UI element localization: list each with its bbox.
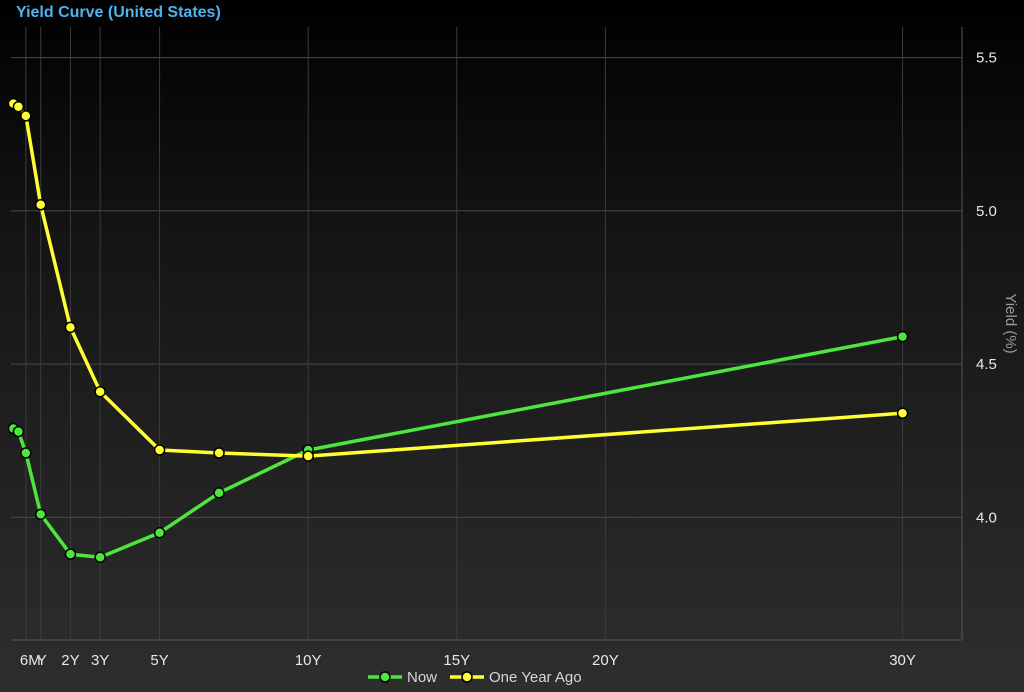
x-tick-label: 2Y — [61, 652, 79, 669]
legend: Now One Year Ago — [368, 669, 582, 686]
data-point[interactable] — [12, 100, 25, 113]
y-axis: 4.0 4.5 5.0 5.5 — [976, 50, 997, 527]
legend-label: One Year Ago — [489, 669, 582, 686]
data-point[interactable] — [94, 385, 106, 398]
data-point[interactable] — [20, 447, 32, 459]
y-tick-label: 4.0 — [976, 509, 997, 526]
data-point[interactable] — [896, 330, 909, 343]
data-point[interactable] — [153, 526, 166, 539]
yield-curve-chart: 4.04.55.05.5 6MY 2Y 3Y 5Y 10Y 15Y 20Y 30Y Yield… — [7, 27, 1019, 686]
data-point[interactable] — [213, 447, 225, 459]
x-tick-label: 10Y — [295, 652, 322, 669]
x-tick-label: 3Y — [91, 652, 109, 669]
y-tick-label: 4.5 — [976, 356, 997, 373]
legend-item-now[interactable]: Now — [368, 669, 437, 686]
x-tick-label: 15Y — [443, 652, 470, 669]
x-tick-label: 30Y — [889, 652, 916, 669]
x-tick-label: Y — [37, 652, 47, 669]
data-point[interactable] — [34, 199, 47, 211]
data-point[interactable] — [34, 508, 47, 521]
data-point[interactable] — [20, 110, 32, 122]
data-point[interactable] — [64, 548, 77, 560]
y-tick-label: 5.5 — [976, 50, 997, 67]
y-tick-label: 5.0 — [976, 203, 997, 220]
x-tick-label: 5Y — [150, 652, 168, 669]
data-point[interactable] — [94, 551, 106, 563]
legend-marker — [461, 671, 473, 683]
series-points — [7, 97, 909, 563]
data-point[interactable] — [213, 487, 225, 499]
legend-item-one-year-ago[interactable]: One Year Ago — [450, 669, 582, 686]
legend-marker — [379, 671, 391, 683]
plot-area — [11, 27, 963, 641]
x-tick-label: 20Y — [592, 652, 619, 669]
grid-lines — [11, 27, 962, 640]
data-point[interactable] — [12, 425, 25, 438]
data-point[interactable] — [64, 321, 77, 334]
data-point[interactable] — [896, 407, 909, 419]
y-axis-title: Yield (%) — [1002, 293, 1019, 353]
series-line-one-year-ago — [12, 102, 903, 458]
series-lines — [12, 102, 903, 559]
data-point[interactable] — [302, 450, 314, 462]
legend-label: Now — [407, 669, 437, 686]
x-axis: 6MY 2Y 3Y 5Y 10Y 15Y 20Y 30Y — [20, 652, 916, 669]
data-point[interactable] — [153, 444, 166, 456]
